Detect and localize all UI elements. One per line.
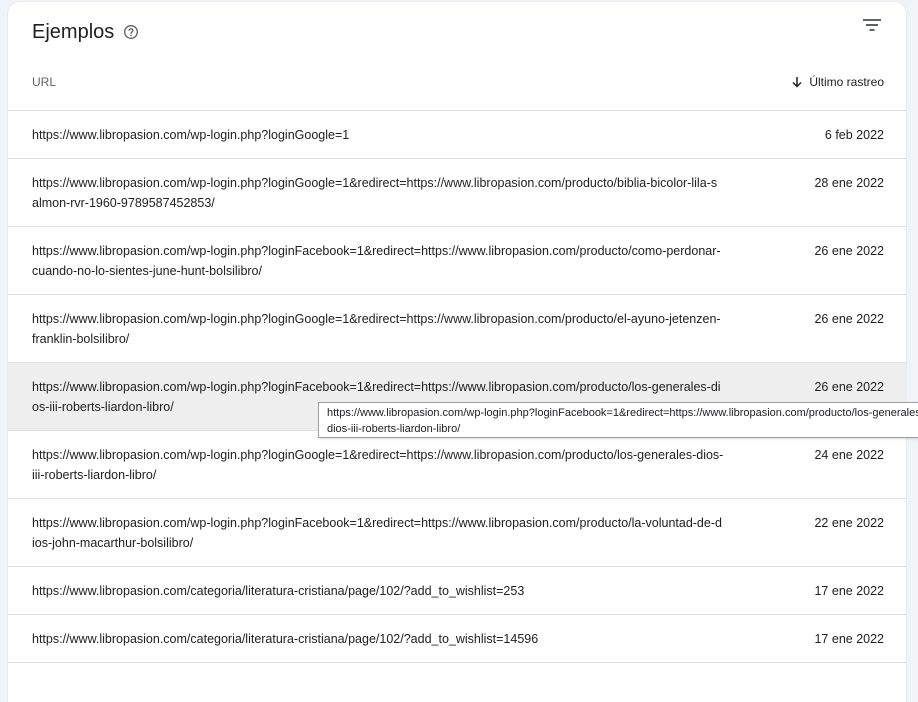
- table-row[interactable]: https://www.libropasion.com/wp-login.php…: [8, 499, 906, 567]
- row-date: 17 ene 2022: [814, 584, 884, 598]
- column-header-url[interactable]: URL: [32, 62, 56, 102]
- row-url: https://www.libropasion.com/wp-login.php…: [32, 448, 724, 482]
- row-url: https://www.libropasion.com/categoria/li…: [32, 632, 539, 646]
- row-url: https://www.libropasion.com/wp-login.php…: [32, 128, 350, 142]
- row-date: 24 ene 2022: [814, 448, 884, 462]
- panel-header: Ejemplos: [32, 18, 139, 46]
- table-row[interactable]: https://www.libropasion.com/wp-login.php…: [8, 227, 906, 295]
- column-header-last-crawl[interactable]: Último rastreo: [791, 62, 884, 102]
- column-header-last-crawl-label: Último rastreo: [809, 75, 884, 89]
- row-url: https://www.libropasion.com/categoria/li…: [32, 584, 525, 598]
- table-row[interactable]: https://www.libropasion.com/wp-login.php…: [8, 431, 906, 499]
- row-url: https://www.libropasion.com/wp-login.php…: [32, 312, 721, 346]
- table-header: URL Último rastreo: [8, 62, 906, 111]
- row-date: 28 ene 2022: [814, 176, 884, 190]
- table-body: https://www.libropasion.com/wp-login.php…: [8, 111, 906, 663]
- row-date: 26 ene 2022: [814, 244, 884, 258]
- row-url: https://www.libropasion.com/wp-login.php…: [32, 244, 721, 278]
- row-url: https://www.libropasion.com/wp-login.php…: [32, 516, 722, 550]
- table-row[interactable]: https://www.libropasion.com/wp-login.php…: [8, 111, 906, 159]
- row-date: 26 ene 2022: [814, 380, 884, 394]
- table-row[interactable]: https://www.libropasion.com/wp-login.php…: [8, 295, 906, 363]
- row-date: 22 ene 2022: [814, 516, 884, 530]
- table-row[interactable]: https://www.libropasion.com/categoria/li…: [8, 567, 906, 615]
- url-tooltip: https://www.libropasion.com/wp-login.php…: [318, 402, 918, 438]
- panel-title: Ejemplos: [32, 20, 115, 43]
- table-row[interactable]: https://www.libropasion.com/wp-login.php…: [8, 159, 906, 227]
- table-row[interactable]: https://www.libropasion.com/categoria/li…: [8, 615, 906, 663]
- examples-panel: Ejemplos URL Último rastreo https://www.…: [8, 2, 906, 702]
- row-url: https://www.libropasion.com/wp-login.php…: [32, 176, 718, 210]
- row-date: 6 feb 2022: [824, 128, 884, 142]
- arrow-down-icon: [792, 77, 802, 88]
- row-date: 17 ene 2022: [814, 632, 884, 646]
- help-circle-icon[interactable]: [123, 24, 139, 40]
- filter-icon[interactable]: [862, 15, 882, 35]
- row-date: 26 ene 2022: [814, 312, 884, 326]
